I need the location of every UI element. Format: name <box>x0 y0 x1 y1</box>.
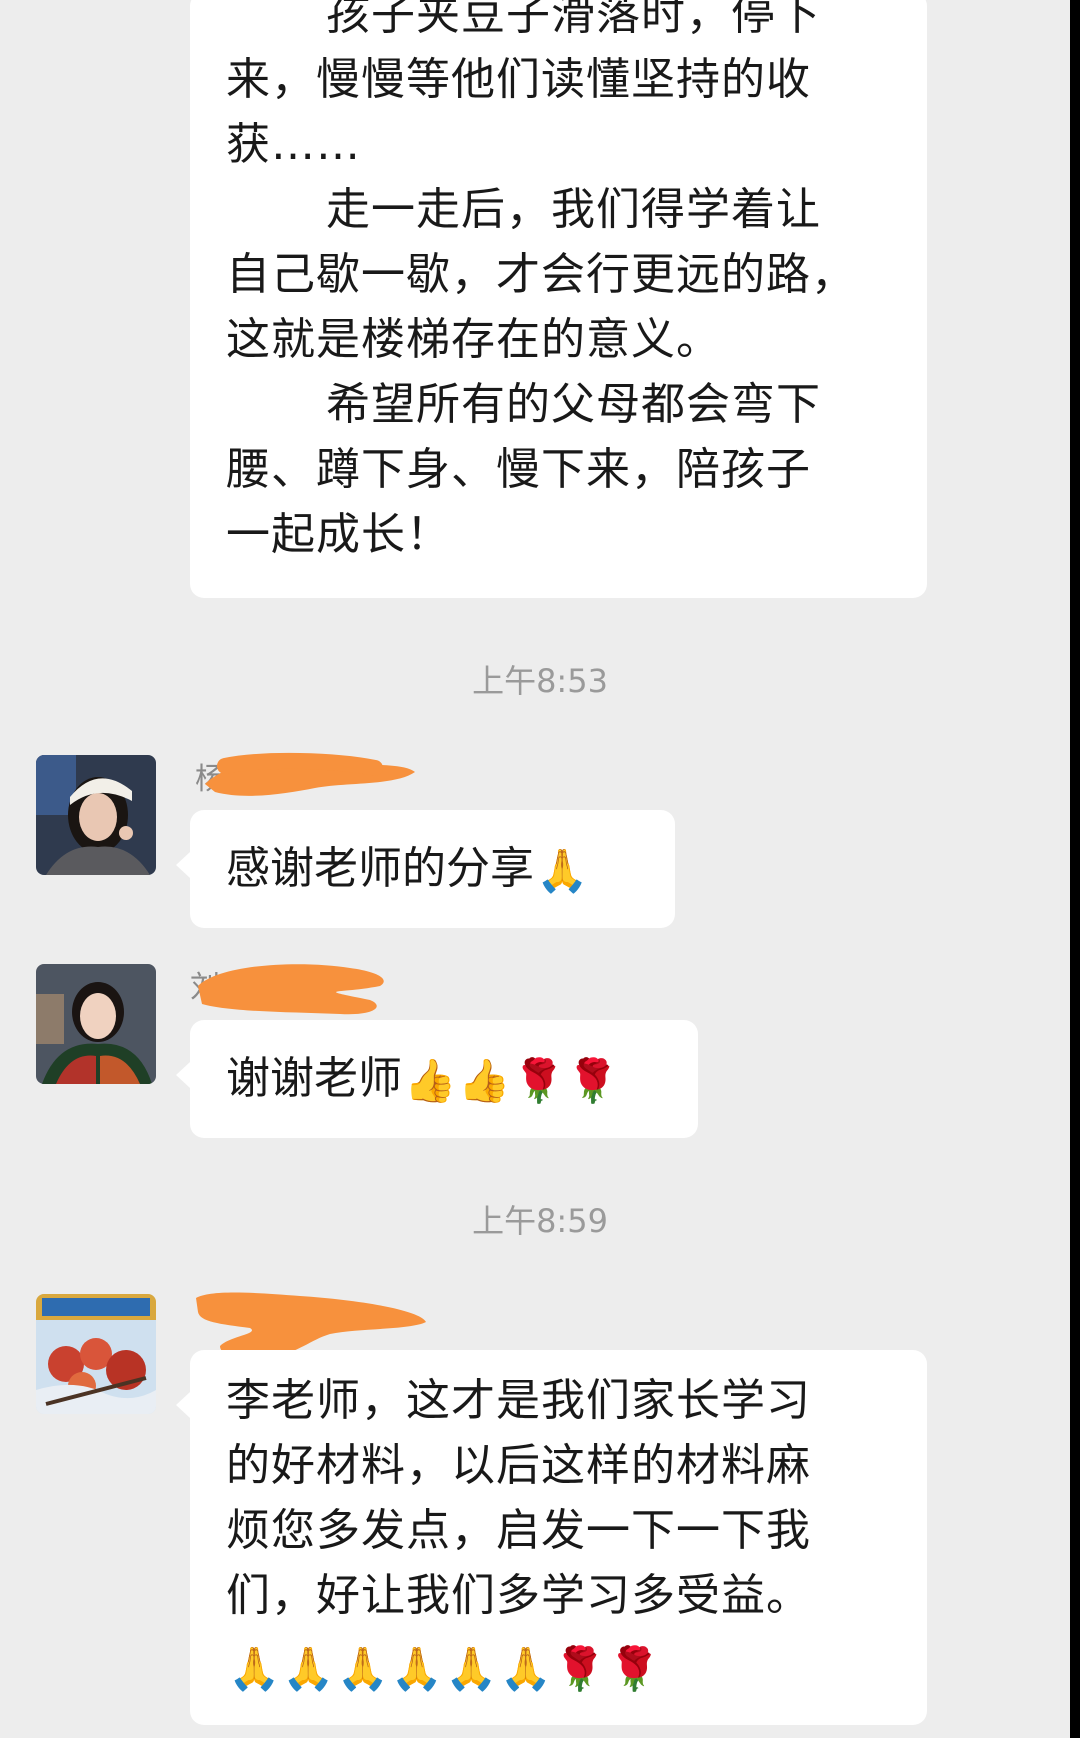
pray-hands-icon: 🙏 <box>445 1644 498 1693</box>
sender-name: 杨 <box>195 752 425 798</box>
timestamp: 上午8:59 <box>472 1202 608 1240</box>
pray-hands-icon: 🙏 <box>282 1644 335 1693</box>
message-line: 这就是楼梯存在的意义。 <box>226 314 721 365</box>
message-line: 自己歇一歇，才会行更远的路， <box>226 249 856 300</box>
message-bubble-article[interactable]: 孩子夹豆子滑落时，停下来，慢慢等他们读懂坚持的收 获…… 走一走后，我们得学着让自己… <box>190 0 927 598</box>
sender-name: 刘 <box>190 962 400 1015</box>
avatar-photo-icon <box>36 964 156 1084</box>
sender-name <box>190 1290 430 1360</box>
message-bubble[interactable]: 感谢老师的分享🙏 <box>176 810 675 928</box>
message-line: 一起成长！ <box>226 509 451 560</box>
message-line: 烦您多发点，启发一下一下我 <box>226 1505 811 1556</box>
message-line: 希望所有的父母都会弯下 <box>326 379 821 430</box>
message-bubble[interactable]: 谢谢老师👍👍🌹🌹 <box>176 1020 698 1138</box>
pray-hands-icon: 🙏 <box>228 1644 281 1693</box>
message-line: 谢谢老师👍👍🌹🌹 <box>226 1046 619 1111</box>
message-line: 感谢老师的分享🙏 <box>226 836 588 901</box>
message-text: 感谢老师的分享 <box>226 843 534 894</box>
chat-screen: 孩子夹豆子滑落时，停下来，慢慢等他们读懂坚持的收 获…… 走一走后，我们得学着让自己… <box>0 0 1080 1738</box>
message-line: 们，好让我们多学习多受益。 <box>226 1570 811 1621</box>
message-bubble[interactable]: 李老师，这才是我们家长学习 的好材料，以后这样的材料麻 烦您多发点，启发一下一下我们… <box>176 1350 927 1725</box>
pray-hands-icon: 🙏 <box>336 1644 389 1693</box>
message-line: 腰、蹲下身、慢下来，陪孩子 <box>226 444 811 495</box>
rose-icon: 🌹 <box>566 1056 620 1105</box>
message-line: 的好材料，以后这样的材料麻 <box>226 1440 811 1491</box>
avatar[interactable] <box>36 964 156 1084</box>
pray-hands-icon: 🙏 <box>499 1644 552 1693</box>
message-line: 孩子夹豆子滑落时，停下 <box>326 0 821 40</box>
thumbs-up-icon: 👍 <box>458 1056 511 1105</box>
message-text: 李老师，这才是我们家长学习 的好材料，以后这样的材料麻 烦您多发点，启发一下一下我们… <box>226 1368 811 1628</box>
message-line: 走一走后，我们得学着让 <box>326 184 821 235</box>
message-line: 获…… <box>226 119 361 170</box>
message-line: 李老师，这才是我们家长学习 <box>226 1375 811 1426</box>
message-text: 谢谢老师 <box>226 1053 402 1104</box>
rose-icon: 🌹 <box>553 1644 607 1693</box>
message-text: 孩子夹豆子滑落时，停下来，慢慢等他们读懂坚持的收 获…… 走一走后，我们得学着让自己… <box>226 0 856 567</box>
thumbs-up-icon: 👍 <box>404 1056 457 1105</box>
emoji-row: 🙏🙏🙏🙏🙏🙏🌹🌹 <box>226 1634 660 1699</box>
avatar[interactable] <box>36 1294 156 1414</box>
redaction-scribble <box>198 964 384 1015</box>
pray-hands-icon: 🙏 <box>536 846 589 895</box>
rose-icon: 🌹 <box>512 1056 565 1105</box>
message-line: 来，慢慢等他们读懂坚持的收 <box>226 54 811 105</box>
redaction-scribble <box>205 752 415 796</box>
pray-hands-icon: 🙏 <box>390 1644 444 1693</box>
avatar[interactable] <box>36 755 156 875</box>
avatar-photo-icon <box>36 1294 156 1414</box>
avatar-photo-icon <box>36 755 156 875</box>
screen-edge <box>1070 0 1080 1738</box>
timestamp: 上午8:53 <box>472 662 608 700</box>
rose-icon: 🌹 <box>608 1644 661 1693</box>
